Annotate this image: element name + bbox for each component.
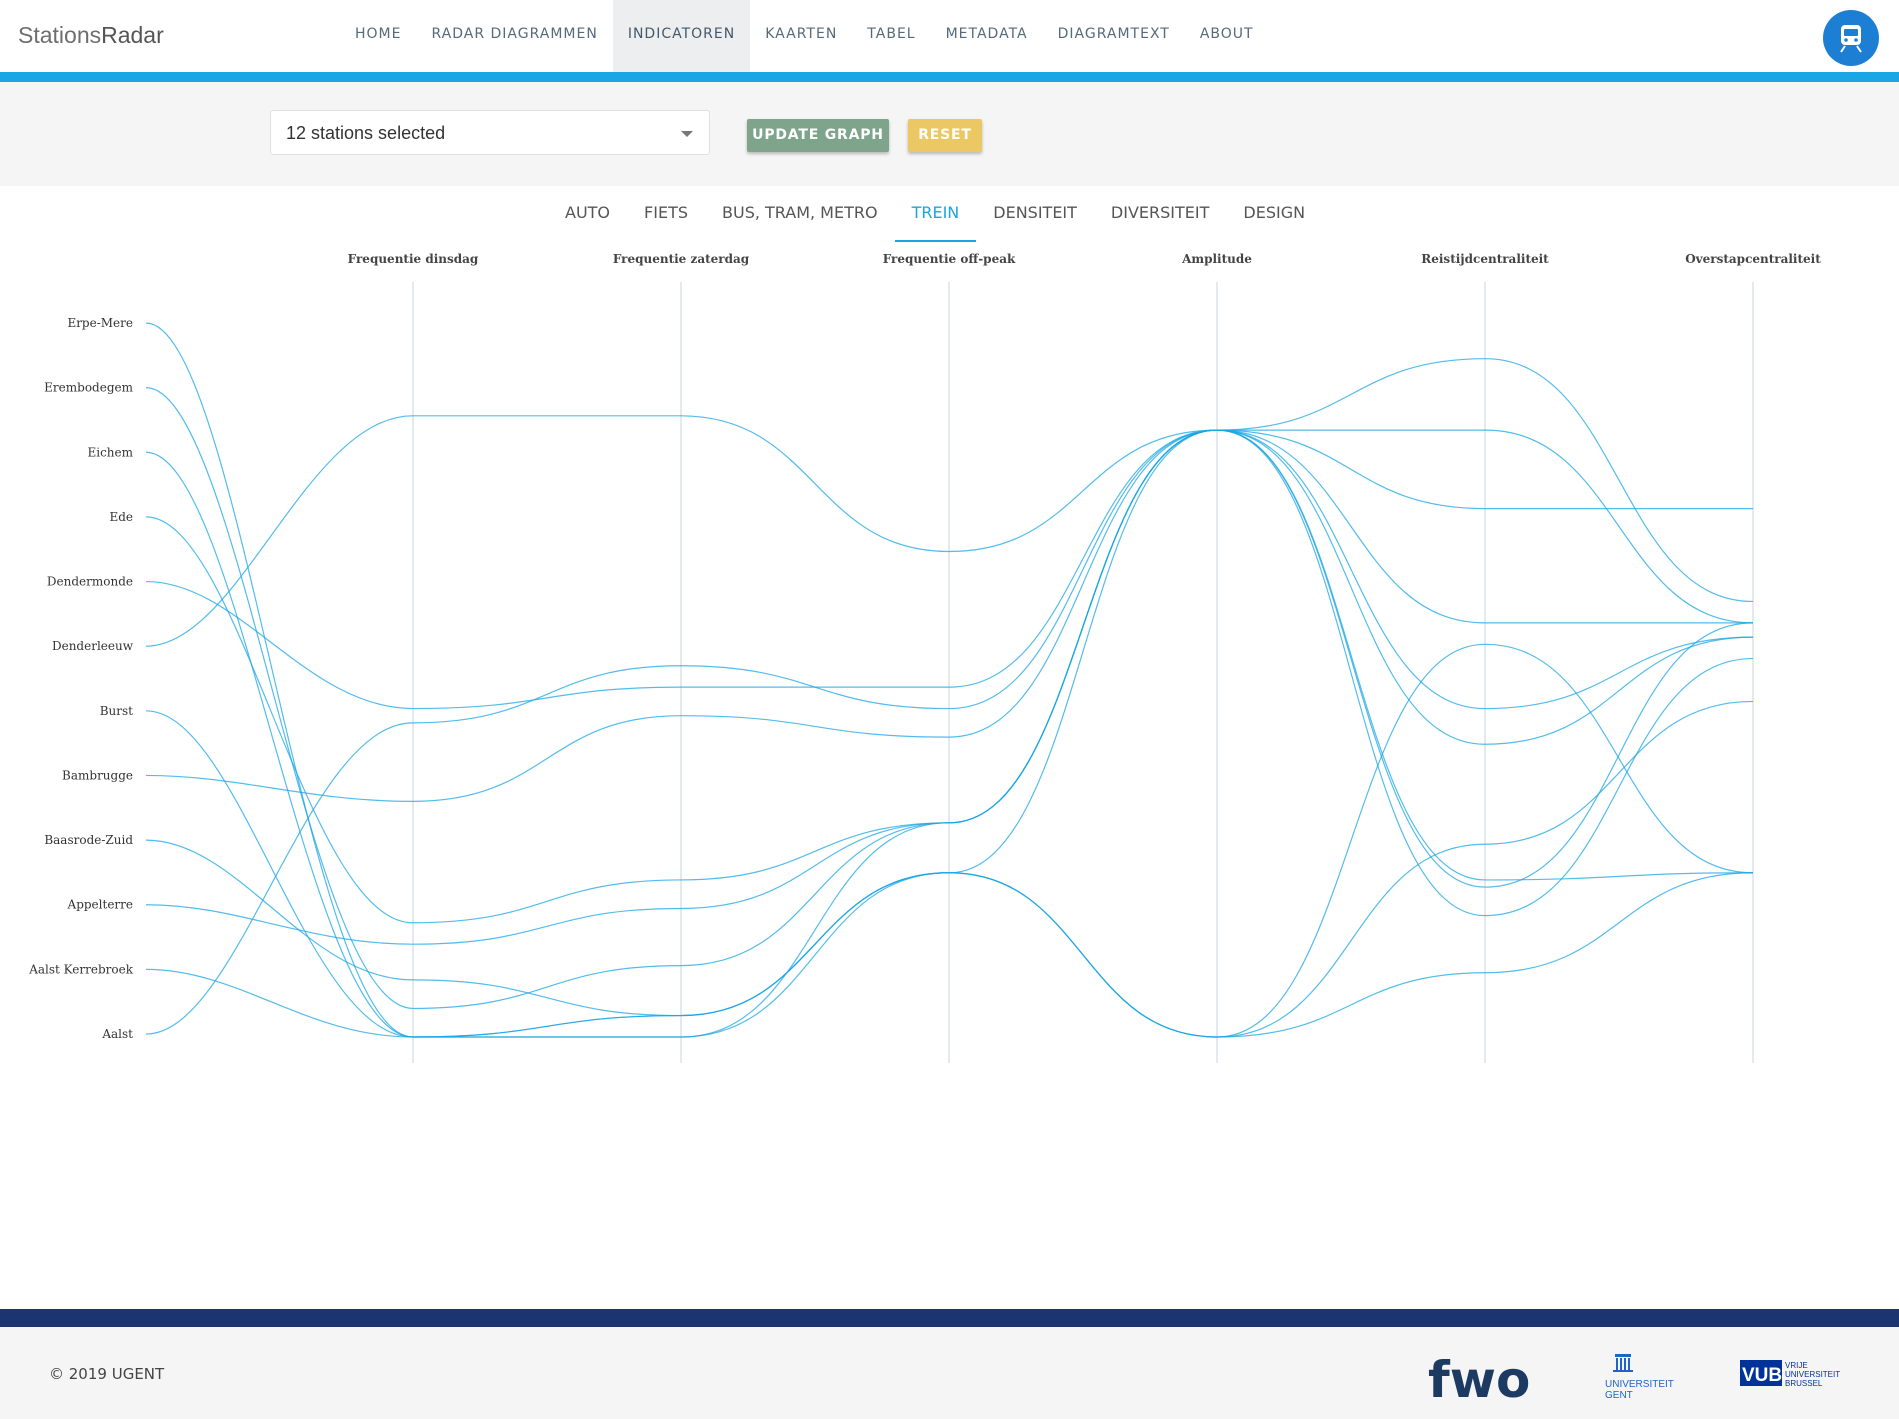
fwo-logo[interactable]: fwo — [1428, 1355, 1542, 1405]
station-label-burst[interactable]: Burst — [100, 704, 133, 718]
footer: © 2019 UGENT fwo UNIVERSITEIT GENT VUB V… — [0, 1327, 1899, 1419]
tab-fiets[interactable]: FIETS — [627, 192, 705, 242]
brand-part2: Radar — [101, 22, 164, 48]
chevron-down-icon — [681, 131, 693, 137]
station-label-aalst[interactable]: Aalst — [101, 1027, 133, 1041]
nav-diagramtext[interactable]: DIAGRAMTEXT — [1043, 0, 1185, 72]
update-graph-button[interactable]: UPDATE GRAPH — [747, 119, 889, 152]
copyright-text: © 2019 UGENT — [49, 1365, 165, 1383]
axis-label-frequentie-zaterdag[interactable]: Frequentie zaterdag — [613, 252, 750, 266]
main-nav: HOME RADAR DIAGRAMMEN INDICATOREN KAARTE… — [340, 0, 1269, 72]
brand-logo[interactable]: StationsRadar — [18, 22, 164, 49]
axis-label-frequentie-dinsdag[interactable]: Frequentie dinsdag — [348, 252, 479, 266]
nav-metadata[interactable]: METADATA — [931, 0, 1043, 72]
axis-label-amplitude[interactable]: Amplitude — [1181, 252, 1252, 266]
tab-densiteit[interactable]: DENSITEIT — [976, 192, 1094, 242]
nav-radar-diagrammen[interactable]: RADAR DIAGRAMMEN — [416, 0, 612, 72]
ugent-logo-line2: GENT — [1605, 1390, 1633, 1401]
station-label-aalst-kerrebroek[interactable]: Aalst Kerrebroek — [28, 962, 134, 976]
nav-about[interactable]: ABOUT — [1185, 0, 1269, 72]
tab-diversiteit[interactable]: DIVERSITEIT — [1094, 192, 1226, 242]
station-label-baasrode-zuid[interactable]: Baasrode-Zuid — [44, 833, 133, 847]
station-label-bambrugge[interactable]: Bambrugge — [62, 768, 133, 782]
reset-button[interactable]: RESET — [908, 119, 982, 152]
ugent-logo-line1: UNIVERSITEIT — [1605, 1379, 1674, 1390]
station-label-erpe-mere[interactable]: Erpe-Mere — [67, 316, 133, 330]
station-label-dendermonde[interactable]: Dendermonde — [47, 575, 133, 589]
tab-design[interactable]: DESIGN — [1226, 192, 1322, 242]
nav-indicatoren[interactable]: INDICATOREN — [612, 0, 751, 72]
header-accent-bar — [0, 72, 1899, 82]
parallel-coordinates-chart: Frequentie dinsdag Frequentie zaterdag Fre… — [28, 252, 1821, 1063]
axis-label-reistijdcentraliteit[interactable]: Reistijdcentraliteit — [1421, 252, 1549, 266]
nav-tabel[interactable]: TABEL — [852, 0, 930, 72]
nav-kaarten[interactable]: KAARTEN — [750, 0, 852, 72]
vub-logo[interactable]: VUB VRIJE UNIVERSITEIT BRUSSEL — [1740, 1357, 1850, 1397]
tab-auto[interactable]: AUTO — [548, 192, 627, 242]
user-avatar[interactable] — [1823, 10, 1879, 66]
vub-logo-mark: VUB — [1742, 1365, 1782, 1386]
station-select[interactable]: 12 stations selected — [270, 110, 710, 155]
station-label-appelterre[interactable]: Appelterre — [67, 898, 133, 912]
top-navbar: StationsRadar HOME RADAR DIAGRAMMEN INDI… — [0, 0, 1899, 72]
train-icon — [1840, 25, 1862, 53]
station-label-ede[interactable]: Ede — [109, 510, 133, 524]
brand-part1: Stations — [18, 22, 102, 48]
indicator-tabs: AUTO FIETS BUS, TRAM, METRO TREIN DENSIT… — [548, 192, 1322, 242]
ugent-logo[interactable]: UNIVERSITEIT GENT — [1605, 1352, 1675, 1412]
station-label-erembodegem[interactable]: Erembodegem — [44, 381, 133, 395]
vub-logo-line2: UNIVERSITEIT — [1785, 1370, 1840, 1379]
tab-trein[interactable]: TREIN — [894, 192, 977, 242]
axis-label-frequentie-off-peak[interactable]: Frequentie off-peak — [883, 252, 1016, 266]
fwo-logo-text: fwo — [1428, 1355, 1530, 1405]
nav-home[interactable]: HOME — [340, 0, 416, 72]
vub-logo-line3: BRUSSEL — [1785, 1379, 1823, 1388]
axis-label-overstapcentraliteit[interactable]: Overstapcentraliteit — [1685, 252, 1821, 266]
vub-logo-line1: VRIJE — [1785, 1361, 1808, 1370]
controls-bar: 12 stations selected UPDATE GRAPH RESET — [0, 82, 1899, 186]
station-label-denderleeuw[interactable]: Denderleeuw — [52, 639, 134, 653]
footer-accent-bar — [0, 1309, 1899, 1327]
tab-bus-tram-metro[interactable]: BUS, TRAM, METRO — [705, 192, 895, 242]
station-label-eichem[interactable]: Eichem — [87, 445, 133, 459]
station-select-value: 12 stations selected — [286, 123, 446, 143]
